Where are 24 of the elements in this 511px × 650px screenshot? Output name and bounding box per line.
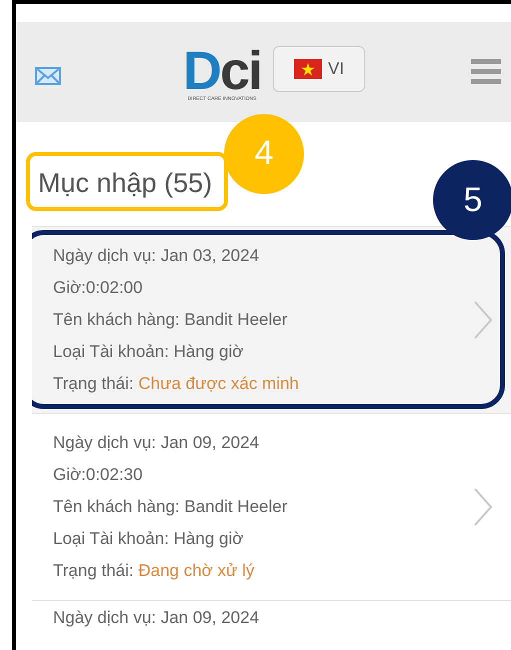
logo: Dci — [183, 46, 262, 96]
entry-row[interactable]: Ngày dịch vụ: Jan 09, 2024 Giờ:0:02:30 Tên khách hàng: Bandit Heeler Loại Tài khoản: Hàng giờ Trạng thái: Đang chờ xử lý — [32, 413, 511, 600]
entry-detail: Tên khách hàng: Bandit Heeler — [53, 496, 288, 518]
language-button[interactable]: VI — [273, 46, 366, 92]
entry-detail: Giờ:0:02:00 — [53, 277, 144, 299]
entry-status: Trạng thái: Chưa được xác minh — [53, 373, 300, 395]
entry-detail: Loại Tài khoản: Hàng giờ — [53, 528, 244, 550]
mail-icon[interactable] — [35, 67, 61, 85]
callout-badge: 4 — [224, 114, 304, 194]
entry-detail: Ngày dịch vụ: Jan 09, 2024 — [53, 432, 260, 454]
entry-status: Trạng thái: Đang chờ xử lý — [53, 560, 256, 582]
chevron-right-icon — [473, 487, 493, 527]
entry-detail: Tên khách hàng: Bandit Heeler — [53, 309, 288, 331]
callout-badge: 5 — [433, 160, 511, 240]
entry-detail: Loại Tài khoản: Hàng giờ — [53, 341, 244, 363]
page-title: Mục nhập (55) — [37, 166, 214, 198]
entry-row[interactable]: Ngày dịch vụ: Jan 09, 2024 — [32, 600, 511, 629]
chevron-right-icon — [473, 300, 493, 340]
entry-detail: Giờ:0:02:30 — [53, 464, 144, 486]
flag-icon — [294, 59, 322, 79]
entry-detail: Ngày dịch vụ: Jan 09, 2024 — [53, 607, 260, 629]
entry-detail: Ngày dịch vụ: Jan 03, 2024 — [53, 245, 260, 267]
entry-row[interactable]: Ngày dịch vụ: Jan 03, 2024 Giờ:0:02:00 Tên khách hàng: Bandit Heeler Loại Tài khoản: Hàng giờ Trạng thái: Chưa được xác minh — [32, 226, 511, 413]
menu-icon[interactable] — [471, 59, 501, 85]
